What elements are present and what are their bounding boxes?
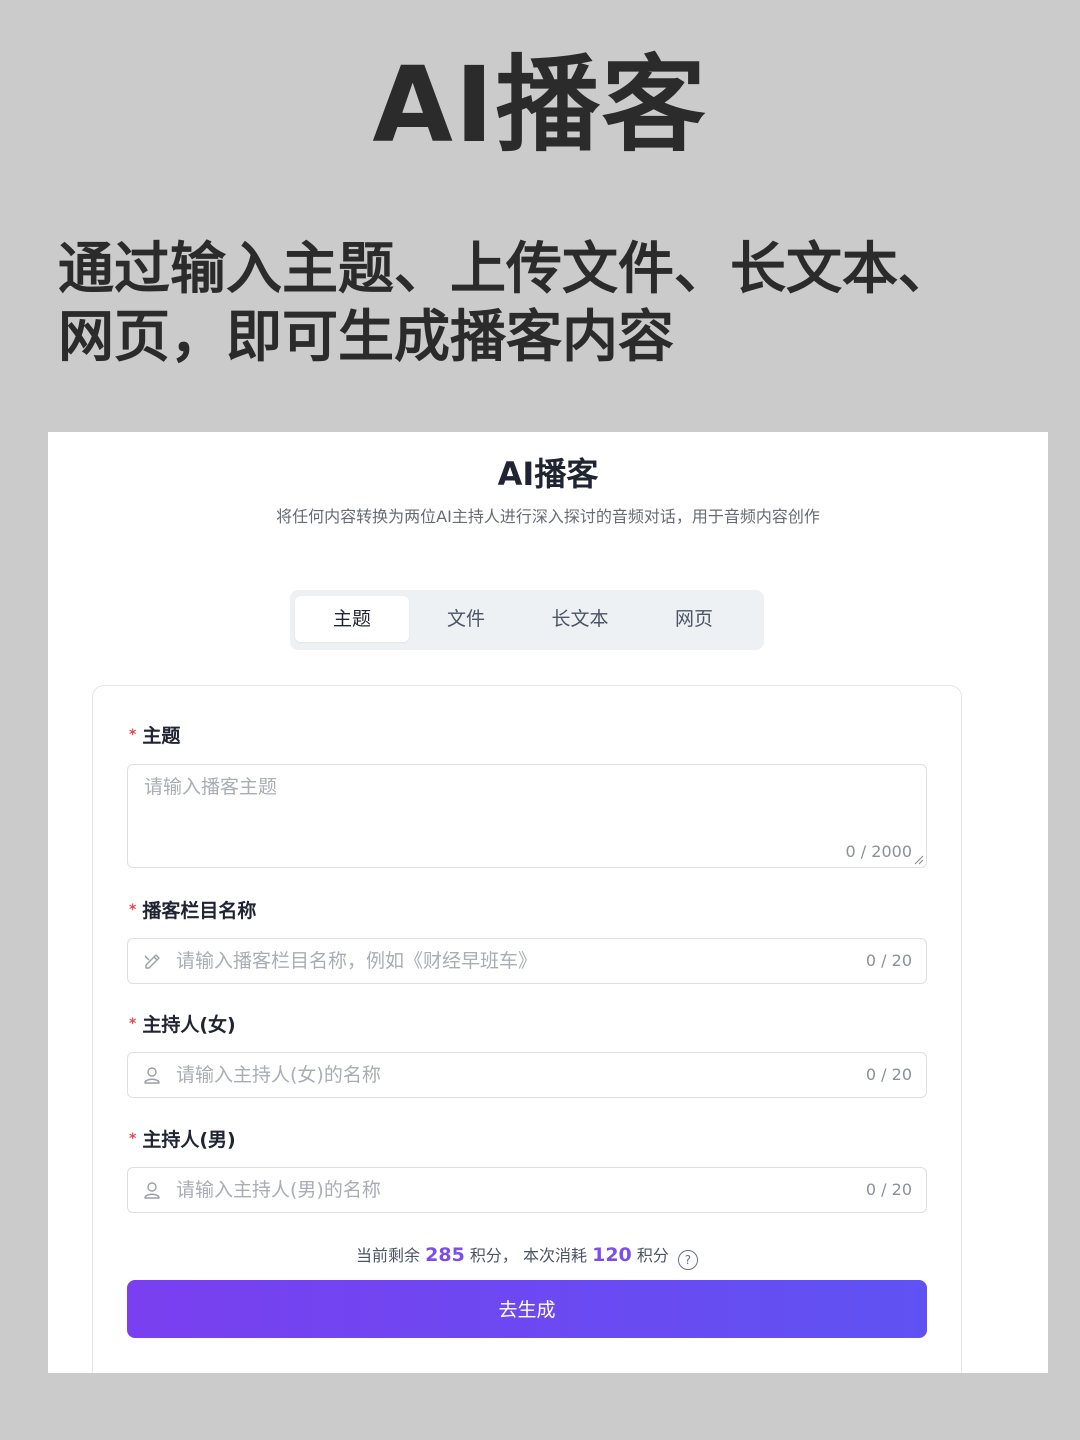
user-icon xyxy=(144,1182,160,1199)
tab-bar: 主题 文件 长文本 网页 xyxy=(290,590,764,650)
points-prefix: 当前剩余 xyxy=(356,1246,421,1265)
required-mark: * xyxy=(129,727,137,743)
column-name-placeholder: 请输入播客栏目名称，例如《财经早班车》 xyxy=(176,950,538,972)
points-info: 当前剩余 285 积分， 本次消耗 120 积分 ? xyxy=(93,1242,961,1270)
page-title: AI播客 xyxy=(497,455,599,493)
points-unit: 积分， xyxy=(469,1246,518,1265)
required-mark: * xyxy=(129,1131,137,1147)
points-unit: 积分 xyxy=(636,1246,669,1265)
host-female-label: * 主持人(女) xyxy=(129,1011,236,1038)
host-female-char-count: 0 / 20 xyxy=(865,1065,912,1084)
pencil-icon xyxy=(144,954,160,969)
points-remaining: 285 xyxy=(425,1244,465,1266)
host-male-input[interactable]: 请输入主持人(男)的名称 0 / 20 xyxy=(127,1167,927,1213)
tab-file[interactable]: 文件 xyxy=(409,596,523,642)
host-male-label-text: 主持人(男) xyxy=(142,1129,236,1151)
generate-button[interactable]: 去生成 xyxy=(127,1280,927,1338)
topic-textarea[interactable]: 请输入播客主题 0 / 2000 xyxy=(127,764,927,868)
host-male-placeholder: 请输入主持人(男)的名称 xyxy=(176,1179,381,1201)
column-name-char-count: 0 / 20 xyxy=(865,951,912,970)
poster-title: AI播客 xyxy=(372,44,708,166)
user-icon xyxy=(144,1067,160,1084)
required-mark: * xyxy=(129,902,137,918)
column-name-label-text: 播客栏目名称 xyxy=(142,900,257,922)
tab-long-text[interactable]: 长文本 xyxy=(523,596,637,642)
topic-char-count: 0 / 2000 xyxy=(845,842,912,861)
page-description: 将任何内容转换为两位AI主持人进行深入探讨的音频对话，用于音频内容创作 xyxy=(276,507,820,526)
tab-webpage[interactable]: 网页 xyxy=(637,596,751,642)
tab-topic[interactable]: 主题 xyxy=(295,596,409,642)
required-mark: * xyxy=(129,1016,137,1032)
resize-handle-icon[interactable] xyxy=(914,855,924,865)
host-male-char-count: 0 / 20 xyxy=(865,1180,912,1199)
topic-placeholder: 请输入播客主题 xyxy=(144,776,278,798)
host-male-label: * 主持人(男) xyxy=(129,1126,236,1153)
host-female-input[interactable]: 请输入主持人(女)的名称 0 / 20 xyxy=(127,1052,927,1098)
column-name-label: * 播客栏目名称 xyxy=(129,897,256,924)
column-name-input[interactable]: 请输入播客栏目名称，例如《财经早班车》 0 / 20 xyxy=(127,938,927,984)
poster-subtitle: 通过输入主题、上传文件、长文本、 网页，即可生成播客内容 xyxy=(58,237,954,370)
points-middle: 本次消耗 xyxy=(523,1246,588,1265)
topic-label-text: 主题 xyxy=(142,725,181,747)
podcast-form: * 主题 请输入播客主题 0 / 2000 * 播客栏目名称 请输入播客栏目名称，例… xyxy=(92,685,962,1373)
host-female-placeholder: 请输入主持人(女)的名称 xyxy=(176,1064,381,1086)
topic-label: * 主题 xyxy=(129,722,180,749)
host-female-label-text: 主持人(女) xyxy=(142,1014,236,1036)
points-cost: 120 xyxy=(592,1244,632,1266)
app-card: AI播客 将任何内容转换为两位AI主持人进行深入探讨的音频对话，用于音频内容创作… xyxy=(48,432,1048,1373)
help-icon[interactable]: ? xyxy=(677,1250,698,1270)
